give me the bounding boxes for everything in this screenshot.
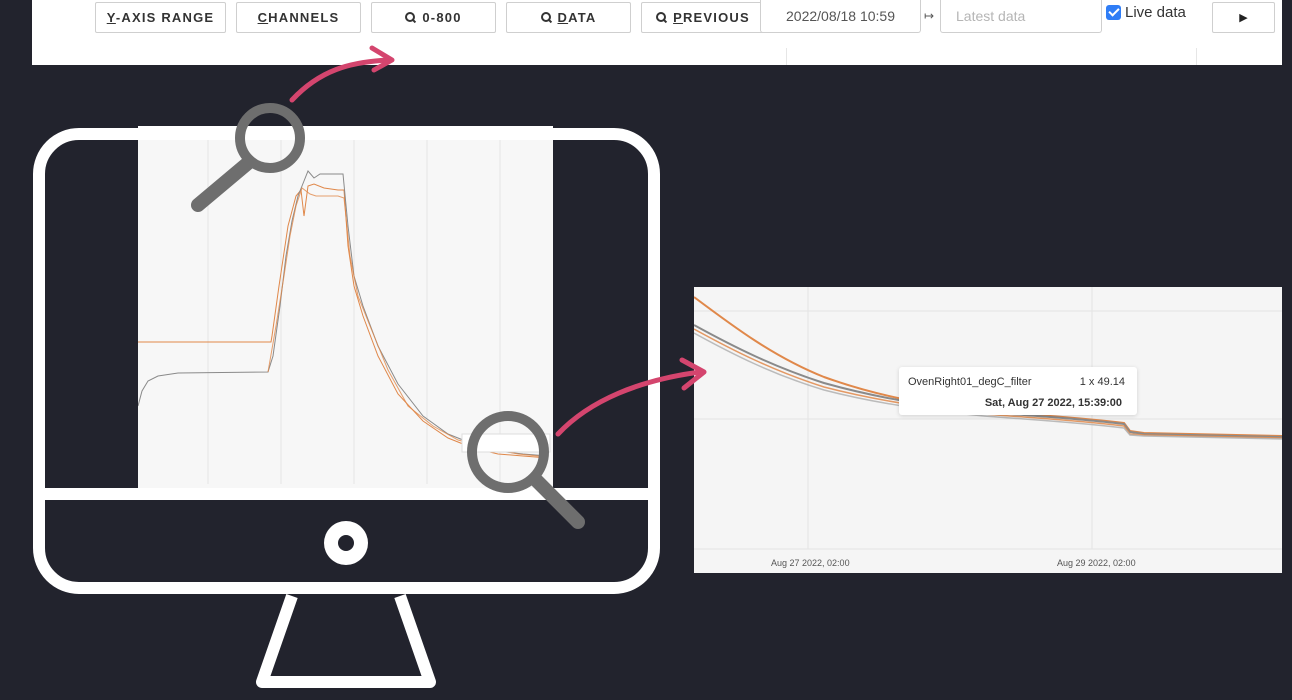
power-button-icon <box>324 521 368 565</box>
toolbar-divider <box>1196 48 1197 65</box>
end-date-placeholder: Latest data <box>956 8 1026 24</box>
chart-tooltip: OvenRight01_degC_filter 1 x 49.14 Sat, A… <box>899 367 1137 415</box>
play-button[interactable]: ▶ <box>1212 2 1275 33</box>
zoom-0-800-label: 0-800 <box>422 10 462 25</box>
live-data-toggle[interactable]: Live data <box>1106 4 1186 21</box>
tooltip-series-name: OvenRight01_degC_filter <box>908 376 1032 388</box>
zoom-0-800-button[interactable]: 0-800 <box>371 2 496 33</box>
zoom-data-label: ATA <box>568 10 597 25</box>
channels-button[interactable]: CHANNELS <box>236 2 361 33</box>
search-icon <box>405 12 416 23</box>
tooltip-value: 1 x 49.14 <box>1079 376 1125 388</box>
zoom-previous-label: REVIOUS <box>682 10 750 25</box>
play-icon: ▶ <box>1239 12 1248 24</box>
zoom-data-button[interactable]: DATA <box>506 2 631 33</box>
live-data-label: Live data <box>1125 4 1186 21</box>
channels-hotkey: C <box>257 10 269 25</box>
x-tick-label: Aug 29 2022, 02:00 <box>1057 558 1136 568</box>
toolbar-crop: Y-AXIS RANGE CHANNELS 0-800 DATA PREVIOU… <box>32 0 1282 65</box>
y-axis-range-button[interactable]: Y-AXIS RANGE <box>95 2 226 33</box>
zoom-chart-panel: Aug 27 2022, 02:00 Aug 29 2022, 02:00 <box>694 287 1282 573</box>
checkbox-checked-icon[interactable] <box>1106 5 1121 20</box>
y-axis-range-hotkey: Y <box>106 10 116 25</box>
zoom-previous-hotkey: P <box>673 10 683 25</box>
search-icon <box>656 12 667 23</box>
tooltip-date: Sat, Aug 27 2022, 15:39:00 <box>984 397 1122 409</box>
zoom-previous-button[interactable]: PREVIOUS <box>641 2 765 33</box>
end-date-field[interactable]: Latest data <box>940 0 1102 33</box>
start-date-field[interactable]: 2022/08/18 10:59 <box>760 0 921 33</box>
start-date-value: 2022/08/18 10:59 <box>786 8 895 24</box>
range-arrow-icon: ↦ <box>924 9 935 23</box>
toolbar-divider <box>786 48 787 65</box>
search-icon <box>540 12 552 23</box>
monitor-stand <box>256 594 436 688</box>
monitor-chin-divider <box>45 488 648 500</box>
zoom-chart-grid <box>694 287 1282 550</box>
y-axis-range-label: -AXIS RANGE <box>115 10 215 25</box>
channels-label: HANNELS <box>268 10 340 25</box>
zoom-chart <box>694 287 1282 550</box>
zoom-data-hotkey: D <box>557 10 569 25</box>
x-tick-label: Aug 27 2022, 02:00 <box>771 558 850 568</box>
